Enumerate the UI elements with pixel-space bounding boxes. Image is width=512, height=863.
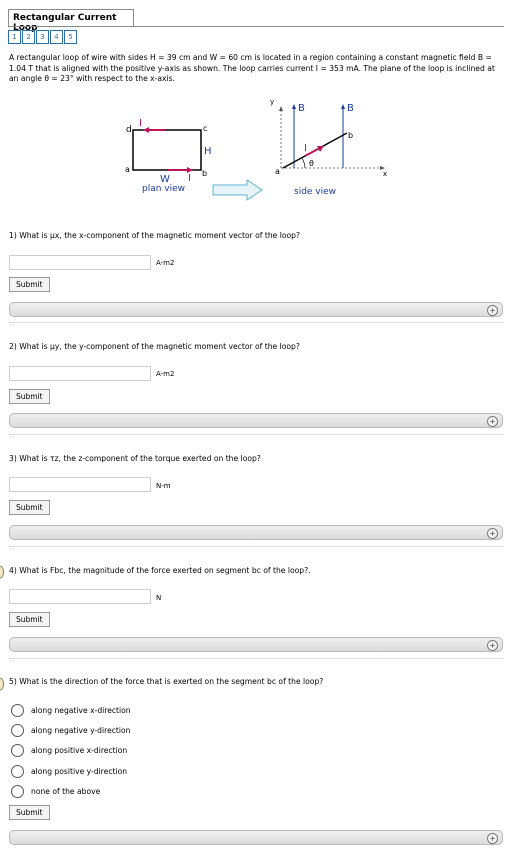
answer-1-input[interactable] [9,255,151,270]
problem-statement: A rectangular loop of wire with sides H … [9,53,495,83]
feedback-bar-4: + [9,637,503,652]
option-3[interactable]: along positive x-direction [11,744,127,757]
side-view-figure: y x B B I θ a b side view [270,98,387,197]
feedback-bar-3: + [9,525,503,540]
page-link-2[interactable]: 2 [22,30,35,44]
radio-button[interactable] [11,724,24,737]
answer-3-input[interactable] [9,477,151,492]
radio-button[interactable] [11,744,24,757]
submit-5-button[interactable]: Submit [9,805,50,820]
option-5[interactable]: none of the above [11,785,100,798]
side-corner-a-label: a [275,167,280,176]
submit-4-button[interactable]: Submit [9,612,50,627]
angle-label: θ [309,159,314,168]
option-1[interactable]: along negative x-direction [11,704,131,717]
question-divider [9,322,503,323]
answer-4-unit: N [156,594,162,602]
option-5-label: none of the above [31,787,101,796]
side-indicator [0,565,4,579]
page-link-1[interactable]: 1 [8,30,21,44]
option-1-label: along negative x-direction [31,706,131,715]
submit-2-button[interactable]: Submit [9,389,50,404]
question-3-text: 3) What is τz, the z-component of the to… [9,454,261,463]
current-label-bottom: I [188,173,191,184]
submit-3-button[interactable]: Submit [9,500,50,515]
y-axis-label: y [270,98,274,106]
loop-diagram: d c a b I I H W plan view y x B B I θ a … [125,98,387,201]
option-2[interactable]: along negative y-direction [11,724,130,737]
question-divider [9,434,503,435]
side-indicator [0,677,4,691]
option-2-label: along negative y-direction [31,726,131,735]
corner-c-label: c [203,124,207,133]
page-link-5[interactable]: 5 [64,30,77,44]
expand-icon[interactable]: + [487,640,498,651]
answer-4-input[interactable] [9,589,151,604]
expand-icon[interactable]: + [487,833,498,844]
submit-1-button[interactable]: Submit [9,277,50,292]
plan-view-caption: plan view [142,184,185,194]
field-label-2: B [347,103,354,114]
corner-b-label: b [202,169,207,178]
page-link-4[interactable]: 4 [50,30,63,44]
corner-a-label: a [125,165,130,174]
feedback-bar-2: + [9,413,503,428]
expand-icon[interactable]: + [487,416,498,427]
expand-icon[interactable]: + [487,528,498,539]
answer-2-input[interactable] [9,366,151,381]
answer-1-unit: A-m2 [156,259,175,267]
feedback-bar-1: + [9,302,503,317]
radio-button[interactable] [11,704,24,717]
corner-d-label: d [126,125,132,135]
title-tab: Rectangular Current Loop [8,9,134,33]
question-divider [9,546,503,547]
option-3-label: along positive x-direction [31,746,128,755]
expand-icon[interactable]: + [487,305,498,316]
option-4[interactable]: along positive y-direction [11,765,127,778]
option-4-label: along positive y-direction [31,767,128,776]
x-axis-label: x [383,170,387,178]
radio-button[interactable] [11,785,24,798]
transition-arrow-icon [212,179,263,201]
side-current-label: I [304,143,307,154]
title-divider [8,26,504,27]
question-divider [9,658,503,659]
radio-button[interactable] [11,765,24,778]
side-view-caption: side view [294,187,336,197]
height-label: H [204,146,212,157]
side-corner-b-label: b [348,131,353,140]
answer-2-unit: A-m2 [156,370,175,378]
question-4-text: 4) What is Fbc, the magnitude of the for… [9,566,311,575]
question-1-text: 1) What is μx, the x-component of the ma… [9,231,301,240]
question-2-text: 2) What is μy, the y-component of the ma… [9,342,300,351]
field-label-1: B [298,103,305,114]
current-label-top: I [139,118,142,129]
plan-view-figure: d c a b I I H W plan view [125,118,212,194]
page-link-3[interactable]: 3 [36,30,49,44]
question-5-text: 5) What is the direction of the force th… [9,677,324,686]
feedback-bar-5: + [9,830,503,845]
page-navigation: 1 2 3 4 5 [8,30,78,44]
answer-3-unit: N-m [156,482,171,490]
